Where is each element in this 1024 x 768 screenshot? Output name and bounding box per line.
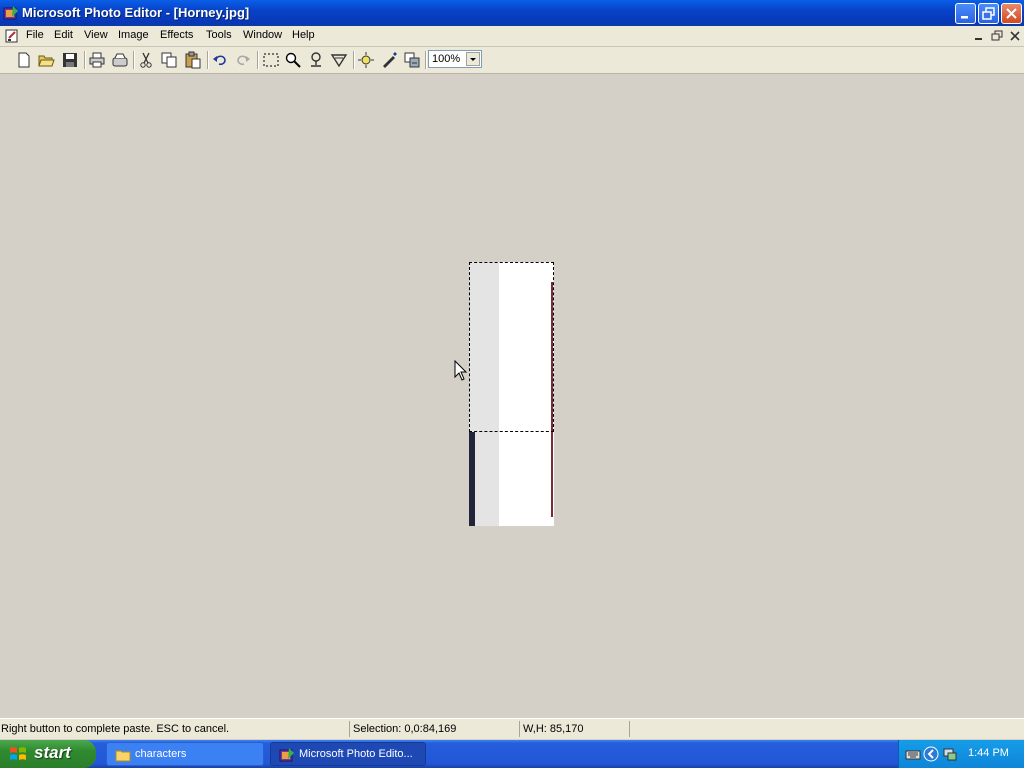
keyboard-icon[interactable] xyxy=(905,746,921,762)
document-close-icon[interactable] xyxy=(1008,29,1022,43)
toolbar-separator xyxy=(84,51,86,69)
select-icon[interactable] xyxy=(262,51,280,69)
menu-window[interactable]: Window xyxy=(243,29,282,41)
start-button[interactable]: start xyxy=(0,740,96,768)
start-label: start xyxy=(34,743,71,762)
save-icon[interactable] xyxy=(61,51,79,69)
pen-icon[interactable] xyxy=(380,51,398,69)
open-folder-icon[interactable] xyxy=(37,51,55,69)
taskbar-item-label: Microsoft Photo Edito... xyxy=(299,748,413,760)
chevron-down-icon xyxy=(470,58,476,61)
image-properties-icon[interactable] xyxy=(403,51,421,69)
folder-icon xyxy=(115,750,131,762)
status-size: W,H: 85,170 xyxy=(522,721,630,737)
title-bar[interactable]: Microsoft Photo Editor - [Horney.jpg] xyxy=(0,0,1024,26)
smudge-icon[interactable] xyxy=(307,51,325,69)
document-minimize-icon[interactable] xyxy=(972,29,986,43)
selection-marquee[interactable] xyxy=(469,262,554,432)
menu-edit[interactable]: Edit xyxy=(54,29,73,41)
zoom-select[interactable]: 100% xyxy=(428,50,482,68)
toolbar-separator xyxy=(133,51,135,69)
image-content xyxy=(469,432,475,526)
window-title: Microsoft Photo Editor - [Horney.jpg] xyxy=(22,5,250,20)
copy-icon[interactable] xyxy=(160,51,178,69)
taskbar: start characters Microsoft Photo Edito..… xyxy=(0,740,1024,768)
toolbar-separator xyxy=(257,51,259,69)
zoom-value: 100% xyxy=(432,53,461,65)
taskbar-item-label: characters xyxy=(135,748,187,760)
menu-tools[interactable]: Tools xyxy=(206,29,232,41)
new-file-icon[interactable] xyxy=(15,51,33,69)
windows-logo-icon xyxy=(10,747,26,760)
paste-icon[interactable] xyxy=(184,51,202,69)
restore-icon xyxy=(982,7,995,20)
document-restore-icon[interactable] xyxy=(990,29,1004,43)
menu-image[interactable]: Image xyxy=(118,29,149,41)
redo-icon[interactable] xyxy=(234,51,252,69)
undo-icon[interactable] xyxy=(211,51,229,69)
menu-bar: File Edit View Image Effects Tools Windo… xyxy=(0,26,1024,47)
restore-button[interactable] xyxy=(978,3,999,24)
status-bar: Right button to complete paste. ESC to c… xyxy=(0,718,1024,739)
set-transparent-color-icon[interactable] xyxy=(357,51,375,69)
toolbar-separator xyxy=(353,51,355,69)
taskbar-item-characters[interactable]: characters xyxy=(106,742,264,766)
network-icon[interactable] xyxy=(942,746,958,762)
scan-icon[interactable] xyxy=(111,51,129,69)
menu-view[interactable]: View xyxy=(84,29,108,41)
document-icon[interactable] xyxy=(4,28,20,44)
photo-editor-icon[interactable] xyxy=(3,5,19,21)
system-tray: 1:44 PM xyxy=(898,740,1024,768)
toolbar-separator xyxy=(425,51,427,69)
toolbar-separator xyxy=(207,51,209,69)
cut-icon[interactable] xyxy=(137,51,155,69)
minimize-icon xyxy=(961,16,968,19)
status-selection: Selection: 0,0:84,169 xyxy=(352,721,520,737)
sharpen-icon[interactable] xyxy=(330,51,348,69)
minimize-button[interactable] xyxy=(955,3,976,24)
taskbar-item-photo-editor[interactable]: Microsoft Photo Edito... xyxy=(270,742,426,766)
close-button[interactable] xyxy=(1001,3,1022,24)
menu-help[interactable]: Help xyxy=(292,29,315,41)
clock: 1:44 PM xyxy=(968,747,1009,759)
menu-file[interactable]: File xyxy=(26,29,44,41)
chevron-left-icon[interactable] xyxy=(923,746,939,762)
toolbar: 100% xyxy=(0,47,1024,74)
status-message: Right button to complete paste. ESC to c… xyxy=(0,721,350,737)
menu-effects[interactable]: Effects xyxy=(160,29,193,41)
close-icon xyxy=(1006,8,1017,19)
print-icon[interactable] xyxy=(88,51,106,69)
zoom-icon[interactable] xyxy=(284,51,302,69)
zoom-dropdown-button[interactable] xyxy=(466,52,480,66)
mouse-cursor-icon xyxy=(454,360,468,381)
photo-editor-icon xyxy=(279,748,294,762)
